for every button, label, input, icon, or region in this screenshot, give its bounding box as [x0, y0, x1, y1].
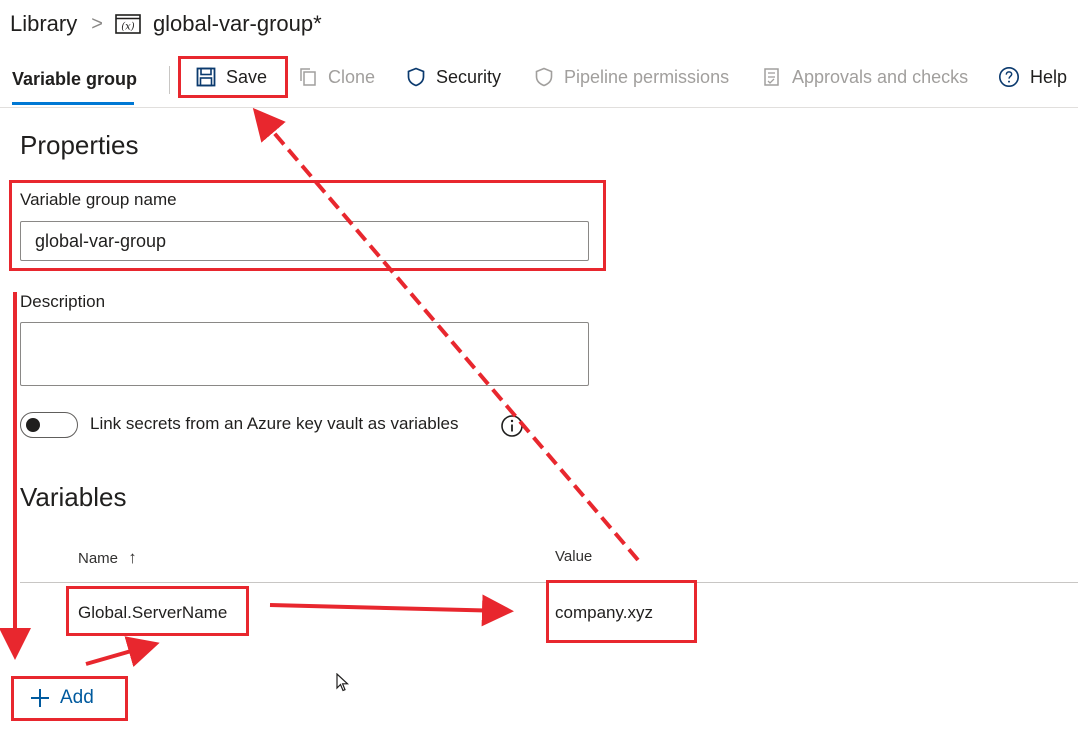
toggle-knob: [26, 418, 40, 432]
shield-icon: [407, 67, 425, 87]
tab-variable-group[interactable]: Variable group: [12, 52, 137, 106]
help-icon: [999, 67, 1019, 87]
sort-ascending-icon: ↑: [128, 548, 137, 567]
variable-group-name-label: Variable group name: [20, 190, 177, 209]
approvals-and-checks-label: Approvals and checks: [792, 66, 969, 87]
security-button-label: Security: [436, 66, 502, 87]
column-header-value: Value: [555, 548, 593, 565]
clone-icon: [300, 68, 316, 86]
save-button-label: Save: [226, 66, 268, 87]
arrow-add-to-name: [85, 636, 160, 668]
variables-heading: Variables: [20, 482, 127, 512]
checklist-icon: [764, 68, 779, 86]
toolbar-divider: [169, 66, 170, 94]
variable-name-cell[interactable]: Global.ServerName: [78, 603, 227, 623]
breadcrumb-library-link[interactable]: Library: [10, 11, 77, 37]
info-icon[interactable]: [500, 414, 524, 438]
page-title: global-var-group*: [152, 11, 322, 36]
variable-value-cell[interactable]: company.xyz: [555, 603, 653, 623]
tab-variable-group-label: Variable group: [12, 68, 138, 89]
mouse-cursor-icon: [336, 673, 350, 692]
variable-group-icon: (x): [115, 14, 141, 34]
approvals-and-checks-button[interactable]: Approvals and checks: [762, 52, 968, 102]
plus-icon: [31, 689, 49, 707]
add-variable-label: Add: [60, 687, 94, 708]
keyvault-toggle-label: Link secrets from an Azure key vault as …: [90, 414, 459, 433]
shield-icon: [535, 67, 553, 87]
clone-button-label: Clone: [328, 66, 376, 87]
svg-text:(x): (x): [121, 22, 135, 33]
security-button[interactable]: Security: [406, 52, 501, 102]
toolbar: Variable group Save Clone Security Pipel…: [0, 52, 1078, 108]
description-input[interactable]: [20, 322, 589, 386]
save-button[interactable]: Save: [196, 52, 267, 102]
description-label: Description: [20, 292, 106, 311]
pipeline-permissions-label: Pipeline permissions: [564, 66, 730, 87]
arrow-name-to-value: [269, 594, 514, 627]
help-button[interactable]: Help: [998, 52, 1067, 102]
active-tab-indicator: [12, 102, 134, 105]
column-header-name-label: Name: [78, 550, 119, 567]
variable-group-page: Library > (x) global-var-group* Variable…: [0, 0, 1078, 730]
clone-button[interactable]: Clone: [298, 52, 375, 102]
pipeline-permissions-button[interactable]: Pipeline permissions: [534, 52, 729, 102]
breadcrumb-separator: >: [91, 12, 103, 35]
keyvault-toggle[interactable]: [20, 412, 78, 438]
add-variable-button[interactable]: Add: [30, 684, 94, 712]
table-header-divider: [20, 582, 1078, 583]
properties-heading: Properties: [20, 130, 139, 160]
column-header-name[interactable]: Name ↑: [78, 548, 137, 568]
breadcrumb: Library > (x) global-var-group*: [10, 6, 322, 42]
help-button-label: Help: [1030, 66, 1068, 87]
save-icon: [196, 67, 216, 87]
variable-group-name-input[interactable]: [20, 221, 589, 261]
